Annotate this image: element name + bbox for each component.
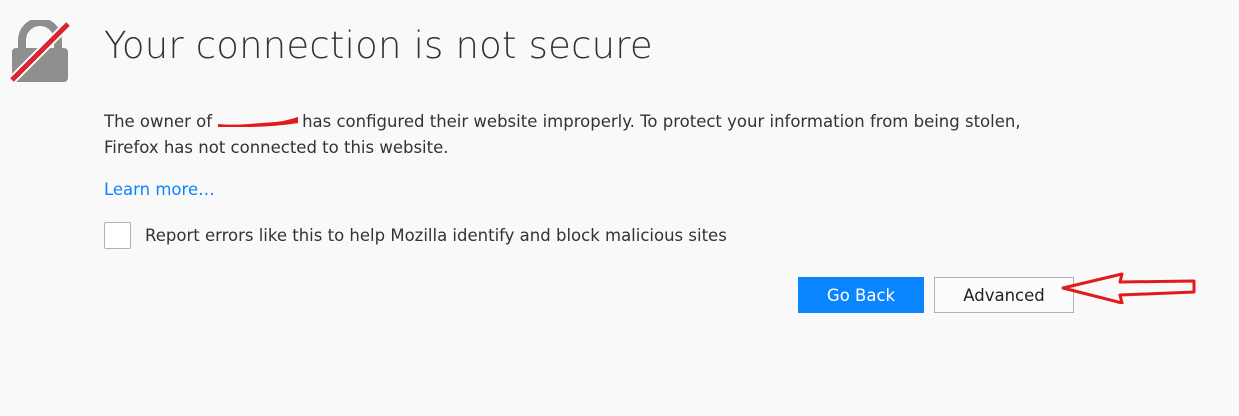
error-description: The owner of has configured their websit… (104, 109, 1064, 161)
annotation-arrow (1061, 272, 1196, 304)
report-errors-checkbox[interactable] (104, 222, 131, 249)
page-title: Your connection is not secure (104, 24, 653, 67)
go-back-button[interactable]: Go Back (798, 277, 924, 313)
learn-more-link[interactable]: Learn more… (104, 180, 215, 199)
description-prefix: The owner of (104, 112, 213, 131)
error-page: Your connection is not secure The owner … (0, 0, 1239, 416)
broken-lock-icon (8, 20, 72, 84)
redaction-mark (218, 117, 299, 127)
report-errors-label[interactable]: Report errors like this to help Mozilla … (145, 226, 727, 245)
report-errors-row: Report errors like this to help Mozilla … (104, 222, 727, 249)
advanced-button[interactable]: Advanced (934, 277, 1074, 313)
